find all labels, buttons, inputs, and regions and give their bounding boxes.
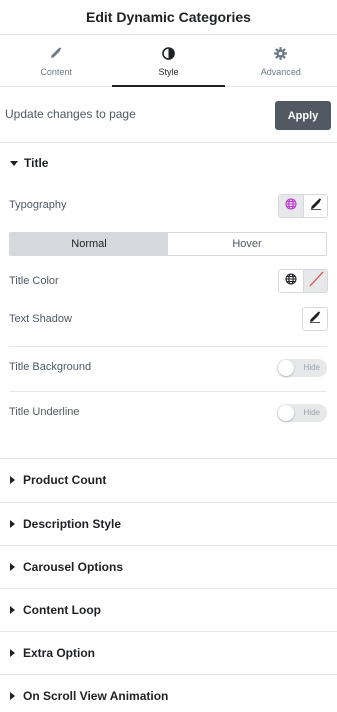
update-bar: Update changes to page Apply [0, 88, 337, 143]
divider [9, 346, 327, 347]
section-label: On Scroll View Animation [23, 689, 169, 703]
section-label: Extra Option [23, 646, 96, 660]
section-divider [0, 588, 337, 589]
caret-right-icon [10, 692, 15, 700]
globe-icon [285, 272, 297, 290]
section-on-scroll-view-animation[interactable]: On Scroll View Animation [10, 689, 168, 703]
half-circle-icon [162, 45, 175, 61]
section-product-count[interactable]: Product Count [10, 473, 106, 487]
edit-typography-button[interactable] [303, 195, 327, 217]
section-divider [0, 674, 337, 675]
pencil-icon [310, 197, 322, 215]
tab-advanced-label: Advanced [260, 67, 301, 77]
section-content-loop[interactable]: Content Loop [10, 603, 101, 617]
no-color-icon [307, 270, 325, 292]
tab-content[interactable]: Content [0, 35, 112, 86]
pencil-icon [309, 310, 321, 328]
globe-icon [285, 197, 297, 215]
panel-tabs: Content Style Advanced [0, 35, 337, 87]
switch-text: Hide [303, 408, 320, 417]
globe-button[interactable] [279, 270, 303, 292]
section-divider [0, 502, 337, 503]
panel-header: Edit Dynamic Categories [0, 0, 337, 35]
section-label: Carousel Options [23, 560, 124, 574]
section-carousel-options[interactable]: Carousel Options [10, 560, 123, 574]
title-background-switch[interactable]: Hide [277, 359, 327, 377]
title-color-controls [278, 269, 328, 293]
switch-knob [278, 360, 294, 376]
title-underline-switch[interactable]: Hide [277, 404, 327, 422]
color-picker-button[interactable] [303, 270, 327, 292]
gear-icon [274, 45, 288, 61]
section-divider [0, 458, 337, 459]
section-label: Description Style [23, 517, 122, 531]
section-divider [0, 545, 337, 546]
section-description-style[interactable]: Description Style [10, 517, 121, 531]
section-divider [0, 631, 337, 632]
apply-button[interactable]: Apply [275, 101, 331, 130]
tab-content-label: Content [40, 67, 72, 77]
section-label: Content Loop [23, 603, 101, 617]
section-title-label: Title [24, 156, 49, 170]
typography-controls [278, 194, 328, 218]
caret-right-icon [10, 563, 15, 571]
switch-knob [278, 405, 294, 421]
pencil-icon [50, 45, 62, 61]
typography-label: Typography [9, 199, 67, 211]
tab-style-label: Style [158, 67, 179, 77]
edit-text-shadow-button[interactable] [303, 308, 327, 330]
caret-right-icon [10, 476, 15, 484]
title-color-label: Title Color [9, 275, 59, 287]
caret-right-icon [10, 649, 15, 657]
text-shadow-label: Text Shadow [9, 313, 72, 325]
section-label: Product Count [23, 473, 107, 487]
state-hover-button[interactable]: Hover [168, 233, 326, 255]
state-toggle: Normal Hover [9, 232, 327, 256]
section-extra-option[interactable]: Extra Option [10, 646, 95, 660]
switch-text: Hide [303, 363, 320, 372]
title-background-label: Title Background [9, 361, 92, 373]
text-shadow-controls [302, 307, 328, 331]
state-normal-button[interactable]: Normal [10, 233, 168, 255]
caret-down-icon [10, 160, 18, 166]
caret-right-icon [10, 606, 15, 614]
tab-advanced[interactable]: Advanced [225, 35, 337, 86]
caret-right-icon [10, 520, 15, 528]
update-text: Update changes to page [5, 107, 136, 121]
section-title-heading[interactable]: Title [10, 156, 48, 170]
title-underline-label: Title Underline [9, 406, 80, 418]
divider [9, 391, 327, 392]
tab-style[interactable]: Style [112, 35, 225, 87]
panel-title: Edit Dynamic Categories [86, 9, 251, 25]
globe-button[interactable] [279, 195, 303, 217]
